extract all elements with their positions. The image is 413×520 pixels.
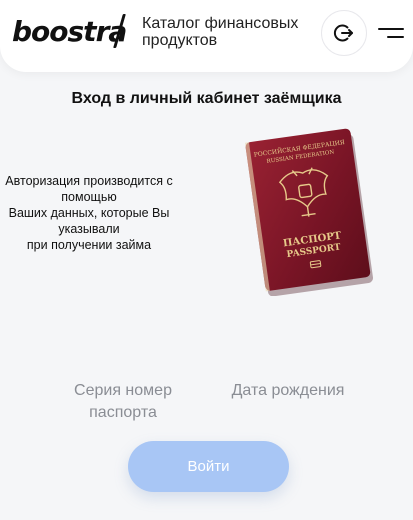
auth-note-line: указывали xyxy=(58,222,120,236)
hamburger-menu-button[interactable] xyxy=(376,22,406,46)
auth-note: Авторизация производится с помощью Ваших… xyxy=(0,173,178,253)
catalog-link[interactable]: Каталог финансовых продуктов xyxy=(142,15,322,49)
birth-date-placeholder: Дата рождения xyxy=(231,382,345,399)
logout-button[interactable] xyxy=(321,10,367,56)
passport-series-input[interactable]: Серия номер паспорта xyxy=(58,380,188,424)
passport-image: РОССИЙСКАЯ ФЕДЕРАЦИЯ RUSSIAN FEDERATION … xyxy=(244,128,374,296)
passport-series-placeholder-2: паспорта xyxy=(89,404,157,421)
birth-date-input[interactable]: Дата рождения xyxy=(218,380,358,402)
auth-note-line: помощью xyxy=(61,190,117,204)
hamburger-menu-icon xyxy=(378,28,404,30)
header-bar: boostra Каталог финансовых продуктов xyxy=(0,0,413,72)
login-button[interactable]: Войти xyxy=(128,441,289,492)
auth-note-line: Авторизация производится с xyxy=(5,174,173,188)
boostra-logo[interactable]: boostra xyxy=(12,12,127,52)
logout-icon xyxy=(333,24,353,42)
passport-series-placeholder: Серия номер xyxy=(74,382,172,399)
page-title: Вход в личный кабинет заёмщика xyxy=(71,90,342,107)
auth-note-line: Ваших данных, которые Вы xyxy=(8,206,170,220)
auth-note-line: при получении займа xyxy=(26,238,152,252)
hamburger-menu-icon-line xyxy=(387,36,404,38)
